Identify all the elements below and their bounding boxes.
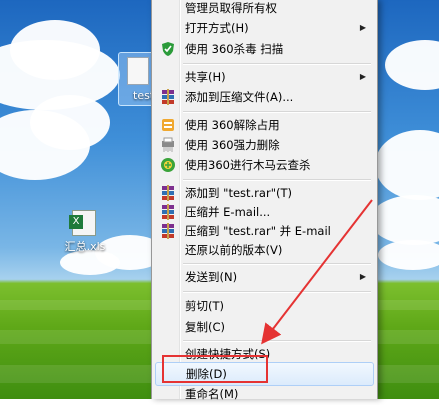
annotation-arrow — [261, 199, 373, 345]
